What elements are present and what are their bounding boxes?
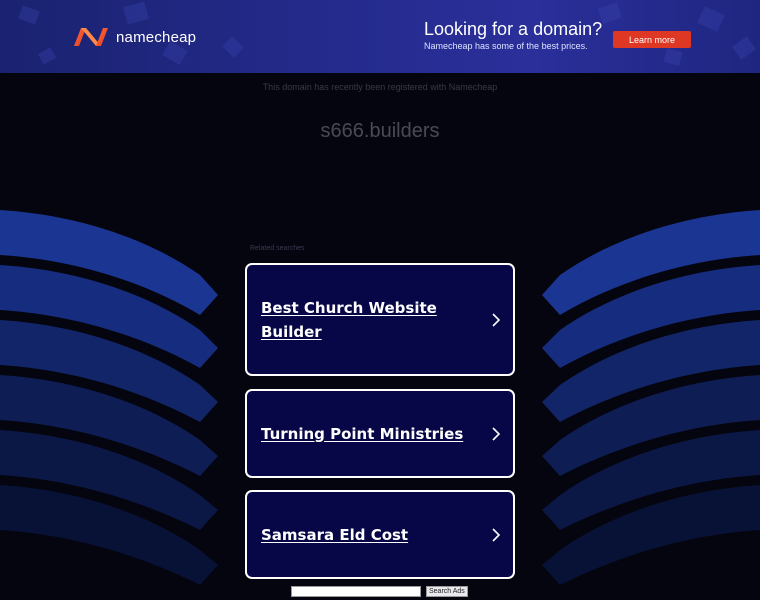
result-card-turning-point-ministries[interactable]: Turning Point Ministries xyxy=(245,389,515,478)
chevron-right-icon xyxy=(492,426,501,441)
learn-more-button[interactable]: Learn more xyxy=(613,31,691,48)
chevron-right-icon xyxy=(492,312,501,327)
search-ads-button[interactable]: Search Ads xyxy=(426,586,468,597)
logo-text: namecheap xyxy=(116,28,197,46)
chevron-right-icon xyxy=(492,527,501,542)
result-card-best-church-website-builder[interactable]: Best Church Website Builder xyxy=(245,263,515,376)
banner-headline: Looking for a domain? xyxy=(424,19,603,39)
related-searches-label: Related searches xyxy=(250,245,305,252)
domain-title: s666.builders xyxy=(320,120,440,142)
namecheap-n-icon xyxy=(74,28,108,46)
search-input[interactable] xyxy=(291,586,421,597)
result-link[interactable]: Turning Point Ministries xyxy=(261,422,481,446)
result-link[interactable]: Best Church Website Builder xyxy=(261,296,461,344)
namecheap-logo[interactable]: namecheap xyxy=(72,26,196,48)
banner-subline: Namecheap has some of the best prices. xyxy=(424,41,588,51)
registration-notice: This domain has recently been registered… xyxy=(262,82,498,92)
promo-banner: namecheap Looking for a domain? Namechea… xyxy=(0,0,760,73)
result-card-samsara-eld-cost[interactable]: Samsara Eld Cost xyxy=(245,490,515,579)
result-link[interactable]: Samsara Eld Cost xyxy=(261,523,461,547)
